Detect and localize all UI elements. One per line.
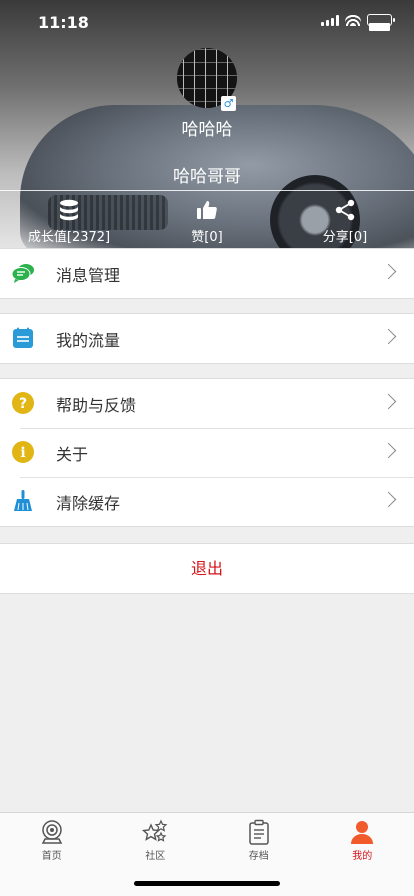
menu-group-support: ? 帮助与反馈 i 关于 清除缓存 (0, 378, 414, 527)
username: 哈哈哈 (181, 120, 233, 140)
tab-home[interactable]: 首页 (0, 813, 104, 863)
share-label: 分享[0] (322, 230, 368, 245)
tab-label-home: 首页 (41, 851, 62, 862)
menu-item-traffic[interactable]: 我的流量 (0, 314, 414, 363)
camera-icon (41, 820, 62, 844)
status-time: 11:18 (38, 13, 89, 32)
home-indicator[interactable] (134, 881, 280, 886)
menu-label-about: 关于 (56, 444, 89, 464)
nickname: 哈哈哥哥 (173, 167, 241, 187)
menu-label-traffic: 我的流量 (56, 330, 121, 350)
logout-button[interactable]: 退出 (0, 544, 414, 593)
status-icons (321, 14, 395, 31)
tab-label-community: 社区 (145, 851, 166, 862)
menu-item-clear-cache[interactable]: 清除缓存 (0, 477, 414, 526)
battery-icon (367, 14, 395, 31)
share-stat[interactable]: 分享[0] (276, 196, 414, 246)
header-divider (0, 190, 414, 191)
database-icon (60, 199, 78, 221)
share-icon (335, 199, 355, 221)
broom-icon (14, 490, 32, 511)
menu-label-clear-cache: 清除缓存 (56, 493, 121, 513)
profile-header: 11:18 ♂ 哈哈哈 哈哈哥哥 成长值[2372] 赞[0] 分享[0] (0, 0, 414, 249)
menu-item-about[interactable]: i 关于 (0, 428, 414, 477)
menu-label-help: 帮助与反馈 (56, 395, 137, 415)
menu-item-messages[interactable]: 消息管理 (0, 249, 414, 298)
thumbs-up-icon (197, 201, 217, 219)
gender-male-icon: ♂ (221, 96, 236, 111)
chevron-right-icon (380, 442, 397, 459)
tab-label-mine: 我的 (352, 851, 373, 862)
stats-bar: 成长值[2372] 赞[0] 分享[0] (0, 196, 414, 246)
person-icon (351, 821, 374, 844)
help-question-icon: ? (12, 392, 34, 414)
svg-text:i: i (20, 445, 25, 461)
stars-icon (142, 819, 168, 842)
menu-group-traffic: 我的流量 (0, 313, 414, 364)
tab-mine[interactable]: 我的 (311, 813, 414, 863)
likes-stat[interactable]: 赞[0] (138, 196, 276, 246)
info-icon: i (12, 441, 34, 463)
menu-item-help[interactable]: ? 帮助与反馈 (0, 379, 414, 428)
status-bar: 11:18 (0, 0, 414, 44)
growth-value-label: 成长值[2372] (27, 230, 111, 245)
chevron-right-icon (380, 491, 397, 508)
logout-group: 退出 (0, 543, 414, 594)
likes-label: 赞[0] (191, 230, 223, 245)
wifi-icon (345, 14, 361, 26)
tab-label-archive: 存档 (248, 851, 269, 862)
chevron-right-icon (380, 328, 397, 345)
growth-value-stat[interactable]: 成长值[2372] (0, 196, 138, 246)
tab-community[interactable]: 社区 (104, 813, 208, 863)
cellular-signal-icon (321, 14, 339, 26)
calendar-list-icon (13, 327, 33, 348)
clipboard-icon (249, 819, 269, 845)
menu-group-messages: 消息管理 (0, 248, 414, 299)
chat-bubbles-icon (11, 264, 34, 283)
chevron-right-icon (380, 263, 397, 280)
menu-label-messages: 消息管理 (56, 265, 121, 285)
chevron-right-icon (380, 393, 397, 410)
tab-archive[interactable]: 存档 (207, 813, 311, 863)
svg-text:?: ? (19, 396, 27, 412)
